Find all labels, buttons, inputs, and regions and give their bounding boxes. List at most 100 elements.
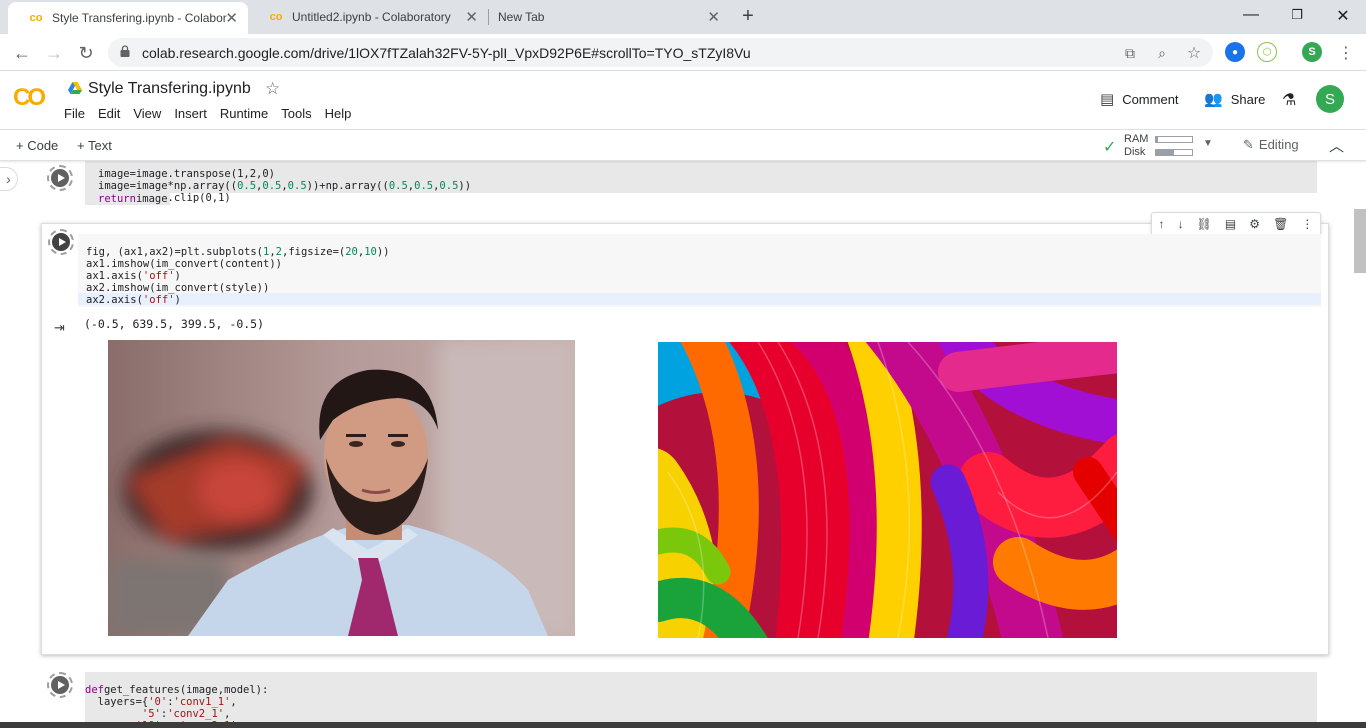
menu-insert[interactable]: Insert xyxy=(174,106,207,121)
comment-icon: ▤ xyxy=(1100,91,1115,108)
new-tab-button[interactable]: + xyxy=(737,5,759,27)
extension-icon[interactable]: ● xyxy=(1225,42,1245,62)
close-icon[interactable]: ✕ xyxy=(707,8,720,26)
colab-logo[interactable]: CO xyxy=(13,84,46,112)
drive-icon xyxy=(68,82,82,94)
delete-icon[interactable]: 🗑 xyxy=(1273,217,1288,231)
restore-icon[interactable]: ❐ xyxy=(1287,7,1307,23)
code-line: returnimage xyxy=(85,193,170,205)
add-code-button[interactable]: + Code xyxy=(16,138,58,153)
comment-icon[interactable]: ▤ xyxy=(1225,217,1236,231)
code-editor[interactable]: defget_features(image,model): layers={'0… xyxy=(85,672,1317,728)
notebook-title[interactable]: Style Transfering.ipynb xyxy=(88,80,251,98)
tab-title: Untitled2.ipynb - Colaboratory xyxy=(292,10,451,24)
disk-bar xyxy=(1155,149,1193,156)
minimize-icon[interactable]: — xyxy=(1241,6,1261,24)
people-icon: 👥 xyxy=(1204,91,1223,108)
check-icon: ✓ xyxy=(1103,139,1117,156)
code-line: image=image*np.array((0.5,0.5,0.5))+np.a… xyxy=(98,180,472,192)
tab-untitled2[interactable]: co Untitled2.ipynb - Colaboratory ✕ xyxy=(248,0,488,34)
tab-style-transfering[interactable]: co Style Transfering.ipynb - Colabora ✕ xyxy=(8,2,248,34)
colab-icon: co xyxy=(269,11,283,23)
taskbar-edge xyxy=(0,722,1366,728)
run-cell-button[interactable] xyxy=(47,165,73,191)
play-icon xyxy=(51,676,69,694)
cell-toolbar: ↑ ↓ ⛓ ▤ ⚙ 🗑 ⋮ xyxy=(1151,212,1321,236)
share-label: Share xyxy=(1230,91,1266,107)
code-line: image=image.clip(0,1) xyxy=(98,192,1317,204)
bookmark-star-icon[interactable]: ☆ xyxy=(1185,44,1203,62)
move-down-icon[interactable]: ↓ xyxy=(1178,217,1184,231)
menu-help[interactable]: Help xyxy=(325,106,352,121)
add-text-button[interactable]: + Text xyxy=(77,138,112,153)
cell-output: ⇥ (-0.5, 639.5, 399.5, -0.5) xyxy=(42,308,1328,654)
run-cell-button[interactable] xyxy=(47,672,73,698)
code-line: ax1.axis('off') xyxy=(86,270,181,282)
browser-toolbar: ← → ↻ colab.research.google.com/drive/1l… xyxy=(0,34,1366,71)
nodejs-extension-icon[interactable]: ⬡ xyxy=(1257,42,1277,62)
menu-dots-icon[interactable]: ⋮ xyxy=(1335,42,1357,64)
portrait-image xyxy=(108,340,575,636)
star-icon[interactable]: ☆ xyxy=(265,79,280,99)
code-editor[interactable]: fig, (ax1,ax2)=plt.subplots(1,2,figsize=… xyxy=(78,234,1321,307)
play-icon xyxy=(52,233,70,251)
zoom-icon[interactable]: ⌕ xyxy=(1153,44,1171,62)
tab-title: Style Transfering.ipynb - Colabora xyxy=(52,11,227,25)
code-editor[interactable]: image=image.transpose(1,2,0) image=image*… xyxy=(85,161,1317,204)
code-line: defget_features(image,model): xyxy=(85,684,269,696)
comment-label: Comment xyxy=(1122,91,1179,107)
link-icon[interactable]: ⛓ xyxy=(1197,217,1212,231)
chevron-right-icon[interactable]: › xyxy=(0,167,18,191)
disk-bar-fill xyxy=(1156,150,1174,155)
code-line: ax2.imshow(im_convert(style)) xyxy=(86,282,270,294)
close-icon[interactable]: ✕ xyxy=(465,8,478,26)
rainbow-strands-image xyxy=(658,342,1117,638)
code-cell-active[interactable]: ↑ ↓ ⛓ ▤ ⚙ 🗑 ⋮ fig, (ax1,ax2)=plt.subplot… xyxy=(41,212,1329,655)
run-cell-button[interactable] xyxy=(48,229,74,255)
url-text: colab.research.google.com/drive/1lOX7fTZ… xyxy=(142,45,751,61)
user-avatar[interactable]: S xyxy=(1316,85,1344,113)
editing-mode-button[interactable]: ✎ Editing xyxy=(1243,137,1299,153)
code-cell[interactable]: image=image.transpose(1,2,0) image=image*… xyxy=(40,161,1328,209)
window-close-icon[interactable]: ✕ xyxy=(1333,6,1353,26)
colab-icon: co xyxy=(29,12,43,24)
ram-bar xyxy=(1155,136,1193,143)
menu-edit[interactable]: Edit xyxy=(98,106,120,121)
code-line: fig, (ax1,ax2)=plt.subplots(1,2,figsize=… xyxy=(86,246,390,258)
tab-title: New Tab xyxy=(498,10,545,24)
chevron-down-icon[interactable]: ▼ xyxy=(1203,138,1213,149)
address-bar[interactable]: colab.research.google.com/drive/1lOX7fTZ… xyxy=(108,38,1213,67)
close-icon[interactable]: ✕ xyxy=(225,9,238,27)
chevron-up-icon[interactable]: ︿ xyxy=(1329,135,1344,156)
share-button[interactable]: 👥 Share xyxy=(1204,90,1265,108)
comment-button[interactable]: ▤ Comment xyxy=(1100,90,1179,108)
profile-avatar[interactable]: S xyxy=(1302,42,1322,62)
content-image xyxy=(108,340,575,636)
editing-label: Editing xyxy=(1258,137,1299,152)
play-icon xyxy=(51,169,69,187)
tab-new-tab[interactable]: New Tab ✕ xyxy=(490,0,730,34)
lock-icon xyxy=(120,45,130,57)
scrollbar[interactable] xyxy=(1354,209,1366,273)
menu-runtime[interactable]: Runtime xyxy=(220,106,268,121)
colab-header: CO Style Transfering.ipynb ☆ File Edit V… xyxy=(0,71,1366,129)
code-line: layers={'0':'conv1_1', xyxy=(85,696,237,708)
move-up-icon[interactable]: ↑ xyxy=(1159,217,1165,231)
notebook-body: › image=image.transpose(1,2,0) image=imag… xyxy=(0,161,1366,728)
translate-icon[interactable]: ⧉ xyxy=(1121,44,1139,62)
output-icon[interactable]: ⇥ xyxy=(54,320,65,336)
reload-icon[interactable]: ↻ xyxy=(75,42,97,64)
back-icon[interactable]: ← xyxy=(11,42,33,64)
resource-monitor[interactable]: ✓ RAM Disk ▼ xyxy=(1103,132,1221,160)
menu-view[interactable]: View xyxy=(133,106,161,121)
flask-icon[interactable]: ⚗ xyxy=(1282,90,1296,110)
style-image xyxy=(658,342,1117,638)
menu-file[interactable]: File xyxy=(64,106,85,121)
more-icon[interactable]: ⋮ xyxy=(1301,217,1313,231)
menu-tools[interactable]: Tools xyxy=(281,106,311,121)
forward-icon[interactable]: → xyxy=(43,42,65,64)
code-line: '5':'conv2_1', xyxy=(141,708,231,720)
gear-icon[interactable]: ⚙ xyxy=(1249,217,1260,231)
ram-bar-fill xyxy=(1156,137,1158,142)
code-cell[interactable]: defget_features(image,model): layers={'0… xyxy=(40,668,1328,728)
